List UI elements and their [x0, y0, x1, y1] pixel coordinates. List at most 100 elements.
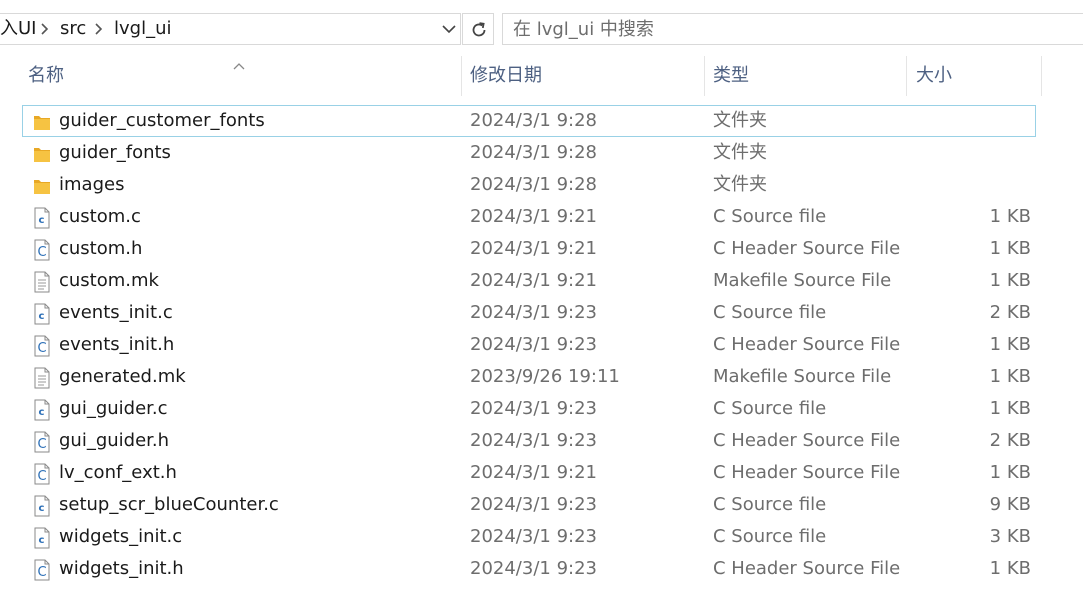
svg-text:C: C [37, 341, 46, 356]
file-type: C Source file [713, 398, 827, 419]
file-row[interactable]: c gui_guider.c 2024/3/1 9:23 C Source file 1… [22, 393, 1036, 425]
c-source-file-icon: c [33, 527, 51, 549]
column-divider[interactable] [1041, 56, 1042, 96]
file-modified-date: 2024/3/1 9:23 [470, 558, 597, 579]
file-row[interactable]: Cevents_init.h 2024/3/1 9:23 C Header Sour… [22, 329, 1036, 361]
file-row[interactable]: c setup_scr_blueCounter.c 2024/3/1 9:23 C S… [22, 489, 1036, 521]
file-size: 1 KB [989, 462, 1031, 483]
svg-text:c: c [39, 311, 45, 322]
file-size: 2 KB [989, 430, 1031, 451]
file-type: C Source file [713, 526, 827, 547]
file-row[interactable]: images 2024/3/1 9:28 文件夹 [22, 169, 1036, 201]
file-modified-date: 2024/3/1 9:23 [470, 430, 597, 451]
file-size: 1 KB [989, 558, 1031, 579]
column-header-name[interactable]: 名称 [28, 56, 64, 96]
file-row[interactable]: c events_init.c 2024/3/1 9:23 C Source file… [22, 297, 1036, 329]
file-type: C Header Source File [713, 462, 901, 483]
column-divider[interactable] [461, 56, 462, 96]
chevron-down-icon [442, 25, 456, 34]
file-type: C Header Source File [713, 558, 901, 579]
refresh-button[interactable] [462, 13, 494, 45]
file-row[interactable]: guider_fonts 2024/3/1 9:28 文件夹 [22, 137, 1036, 169]
file-size: 9 KB [989, 494, 1031, 515]
c-header-file-icon: C [33, 239, 51, 261]
file-name: images [59, 174, 125, 195]
breadcrumb-item[interactable]: src [60, 17, 86, 41]
file-row[interactable]: c widgets_init.c 2024/3/1 9:23 C Source fil… [22, 521, 1036, 553]
column-header-size[interactable]: 大小 [916, 56, 952, 96]
file-modified-date: 2024/3/1 9:28 [470, 174, 597, 195]
file-modified-date: 2024/3/1 9:21 [470, 462, 597, 483]
file-type: 文件夹 [713, 142, 767, 163]
file-size: 2 KB [989, 302, 1031, 323]
svg-text:C: C [37, 437, 46, 452]
file-modified-date: 2024/3/1 9:23 [470, 494, 597, 515]
svg-text:C: C [37, 469, 46, 484]
file-modified-date: 2024/3/1 9:23 [470, 302, 597, 323]
file-row[interactable]: Ccustom.h 2024/3/1 9:21 C Header Source Fi… [22, 233, 1036, 265]
file-modified-date: 2024/3/1 9:23 [470, 398, 597, 419]
column-divider[interactable] [704, 56, 705, 96]
file-name: widgets_init.c [59, 526, 183, 547]
svg-text:c: c [39, 215, 45, 226]
chevron-right-icon[interactable] [92, 17, 106, 41]
folder-icon [33, 111, 51, 133]
file-modified-date: 2023/9/26 19:11 [470, 366, 620, 387]
file-size: 1 KB [989, 366, 1031, 387]
file-size: 1 KB [989, 334, 1031, 355]
file-modified-date: 2024/3/1 9:21 [470, 238, 597, 259]
file-row[interactable]: Cgui_guider.h 2024/3/1 9:23 C Header Sourc… [22, 425, 1036, 457]
c-header-file-icon: C [33, 335, 51, 357]
file-modified-date: 2024/3/1 9:21 [470, 270, 597, 291]
address-history-dropdown[interactable] [440, 20, 458, 38]
file-type: C Header Source File [713, 430, 901, 451]
file-row[interactable]: guider_customer_fonts 2024/3/1 9:28 文件夹 [22, 105, 1036, 137]
file-name: guider_customer_fonts [59, 110, 265, 131]
file-size: 1 KB [989, 398, 1031, 419]
search-input[interactable] [513, 17, 1073, 41]
file-size: 1 KB [989, 270, 1031, 291]
file-modified-date: 2024/3/1 9:28 [470, 142, 597, 163]
file-name: gui_guider.c [59, 398, 168, 419]
c-source-file-icon: c [33, 495, 51, 517]
c-source-file-icon: c [33, 399, 51, 421]
file-name: events_init.c [59, 302, 173, 323]
file-modified-date: 2024/3/1 9:28 [470, 110, 597, 131]
svg-text:C: C [37, 565, 46, 580]
column-header: 名称 修改日期 类型 大小 [0, 56, 1083, 96]
svg-text:c: c [39, 535, 45, 546]
file-row[interactable]: Clv_conf_ext.h 2024/3/1 9:21 C Header Sour… [22, 457, 1036, 489]
folder-icon [33, 175, 51, 197]
makefile-icon [33, 367, 51, 389]
file-type: Makefile Source File [713, 270, 892, 291]
file-row[interactable]: c custom.c 2024/3/1 9:21 C Source file 1 KB [22, 201, 1036, 233]
file-name: generated.mk [59, 366, 186, 387]
address-toolbar: 入UI src lvgl_ui [0, 0, 1083, 50]
breadcrumb-item[interactable]: 入UI [0, 17, 36, 41]
chevron-right-icon[interactable] [38, 17, 52, 41]
column-divider[interactable] [906, 56, 907, 96]
file-type: 文件夹 [713, 174, 767, 195]
c-header-file-icon: C [33, 559, 51, 581]
c-header-file-icon: C [33, 463, 51, 485]
file-type: C Source file [713, 302, 827, 323]
column-header-date[interactable]: 修改日期 [470, 56, 542, 96]
file-row[interactable]: custom.mk 2024/3/1 9:21 Makefile Source Fi… [22, 265, 1036, 297]
file-name: lv_conf_ext.h [59, 462, 177, 483]
file-row[interactable]: Cwidgets_init.h 2024/3/1 9:23 C Header Sou… [22, 553, 1036, 585]
search-box[interactable] [502, 13, 1083, 45]
file-name: events_init.h [59, 334, 175, 355]
column-header-type[interactable]: 类型 [713, 56, 749, 96]
file-name: gui_guider.h [59, 430, 170, 451]
breadcrumb-item-current[interactable]: lvgl_ui [114, 17, 172, 41]
file-modified-date: 2024/3/1 9:23 [470, 526, 597, 547]
file-type: C Header Source File [713, 334, 901, 355]
file-size: 1 KB [989, 206, 1031, 227]
c-source-file-icon: c [33, 207, 51, 229]
file-name: guider_fonts [59, 142, 171, 163]
file-name: custom.c [59, 206, 141, 227]
file-type: C Source file [713, 206, 827, 227]
file-size: 1 KB [989, 238, 1031, 259]
file-type: Makefile Source File [713, 366, 892, 387]
file-row[interactable]: generated.mk 2023/9/26 19:11 Makefile Sour… [22, 361, 1036, 393]
